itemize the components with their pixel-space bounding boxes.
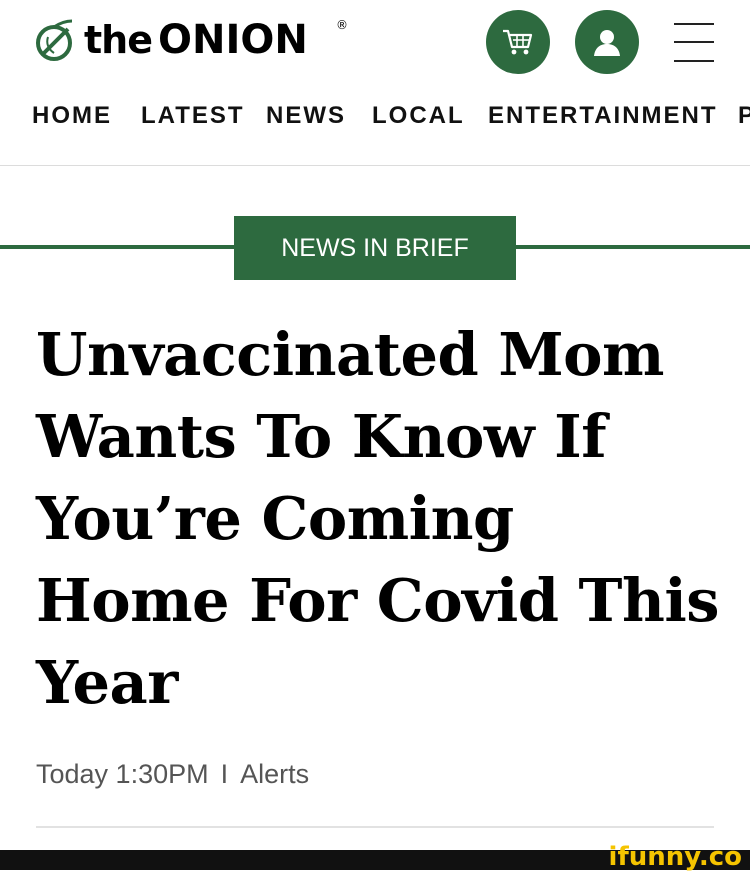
meta-separator: I — [220, 759, 229, 789]
shopping-cart-icon — [503, 29, 533, 55]
logo-wordmark: the ONION — [84, 20, 308, 60]
main-nav: HOME LATEST NEWS LOCAL ENTERTAINMENT P — [0, 98, 750, 138]
nav-item-truncated[interactable]: P — [738, 98, 750, 134]
onion-logo-icon — [36, 19, 73, 61]
category-badge[interactable]: NEWS IN BRIEF — [234, 216, 516, 280]
menu-line — [674, 60, 714, 62]
ifunny-watermark: ifunny.co — [608, 842, 742, 872]
nav-item-news[interactable]: NEWS — [266, 98, 346, 134]
cart-button[interactable] — [486, 10, 550, 74]
article-meta: Today 1:30PM I Alerts — [36, 756, 309, 792]
account-button[interactable] — [575, 10, 639, 74]
site-header: the ONION ® HOME LATEST NEWS LOCAL ENTERT… — [0, 0, 750, 166]
onion-logo[interactable]: the ONION — [32, 14, 308, 66]
menu-line — [674, 41, 714, 43]
menu-line — [674, 23, 714, 25]
logo-the: the — [84, 18, 153, 62]
nav-item-latest[interactable]: LATEST — [141, 98, 245, 134]
nav-item-entertainment[interactable]: ENTERTAINMENT — [488, 98, 718, 134]
user-icon — [594, 30, 620, 56]
hamburger-menu-icon[interactable] — [674, 22, 714, 62]
registered-mark: ® — [336, 18, 348, 32]
meta-divider — [36, 826, 714, 828]
article-headline: Unvaccinated Mom Wants To Know If You’re… — [36, 320, 719, 717]
article-timestamp: Today 1:30PM — [36, 759, 209, 789]
nav-item-local[interactable]: LOCAL — [372, 98, 465, 134]
article-tag[interactable]: Alerts — [240, 759, 309, 789]
header-divider — [0, 165, 750, 166]
nav-item-home[interactable]: HOME — [32, 98, 112, 134]
logo-onion: ONION — [158, 17, 308, 63]
